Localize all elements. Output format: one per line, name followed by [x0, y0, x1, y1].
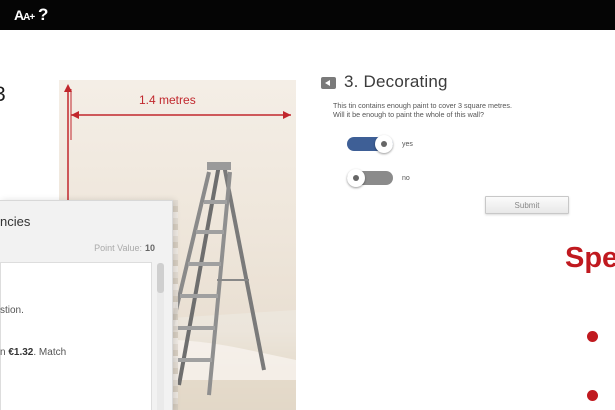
question-text-line: Will it be enough to paint the whole of …: [333, 110, 485, 119]
option-label: yes: [402, 140, 413, 148]
question-title: 3. Decorating: [344, 72, 448, 91]
panel-content: [0, 262, 152, 410]
screen: AA+ ? 3: [0, 0, 615, 410]
option-label: no: [402, 174, 410, 182]
point-value-number: 10: [144, 243, 155, 253]
toggle-knob: [375, 135, 393, 153]
help-button[interactable]: ?: [38, 5, 48, 25]
text-size-plus-label: A+: [23, 12, 35, 23]
toggle-knob: [347, 169, 365, 187]
bullet-icon: [587, 390, 598, 401]
competencies-panel: ncies Point Value: 10 stion. n €1.32. Mat…: [0, 200, 173, 410]
point-value-label: Point Value:: [94, 243, 142, 253]
panel-scrollbar[interactable]: [157, 263, 164, 410]
panel-text-amount: €1.32: [8, 347, 34, 358]
panel-text-line: n €1.32. Match: [0, 347, 66, 358]
slide-heading: Spe: [565, 242, 615, 274]
question-text: This tin contains enough paint to cover …: [333, 101, 603, 119]
panel-text-suffix: . Match: [33, 347, 67, 358]
submit-button[interactable]: Submit: [485, 196, 569, 214]
top-toolbar: AA+ ?: [0, 0, 615, 30]
bullet-icon: [587, 331, 598, 342]
wall-width-label: 1.4 metres: [139, 93, 196, 107]
point-value: Point Value: 10: [94, 243, 155, 253]
panel-title: ncies: [0, 214, 31, 229]
text-size-button[interactable]: AA+: [14, 7, 35, 23]
question-text-line: This tin contains enough paint to cover …: [333, 101, 512, 110]
option-no[interactable]: no: [347, 169, 410, 187]
left-edge-fragment: 3: [0, 84, 7, 106]
scrollbar-thumb[interactable]: [157, 263, 164, 293]
text-size-icon: A: [14, 7, 24, 23]
option-yes[interactable]: yes: [347, 135, 413, 153]
panel-text-line: stion.: [0, 305, 24, 316]
toggle-no[interactable]: [347, 169, 393, 187]
toggle-yes[interactable]: [347, 135, 393, 153]
audio-icon[interactable]: [321, 77, 336, 89]
